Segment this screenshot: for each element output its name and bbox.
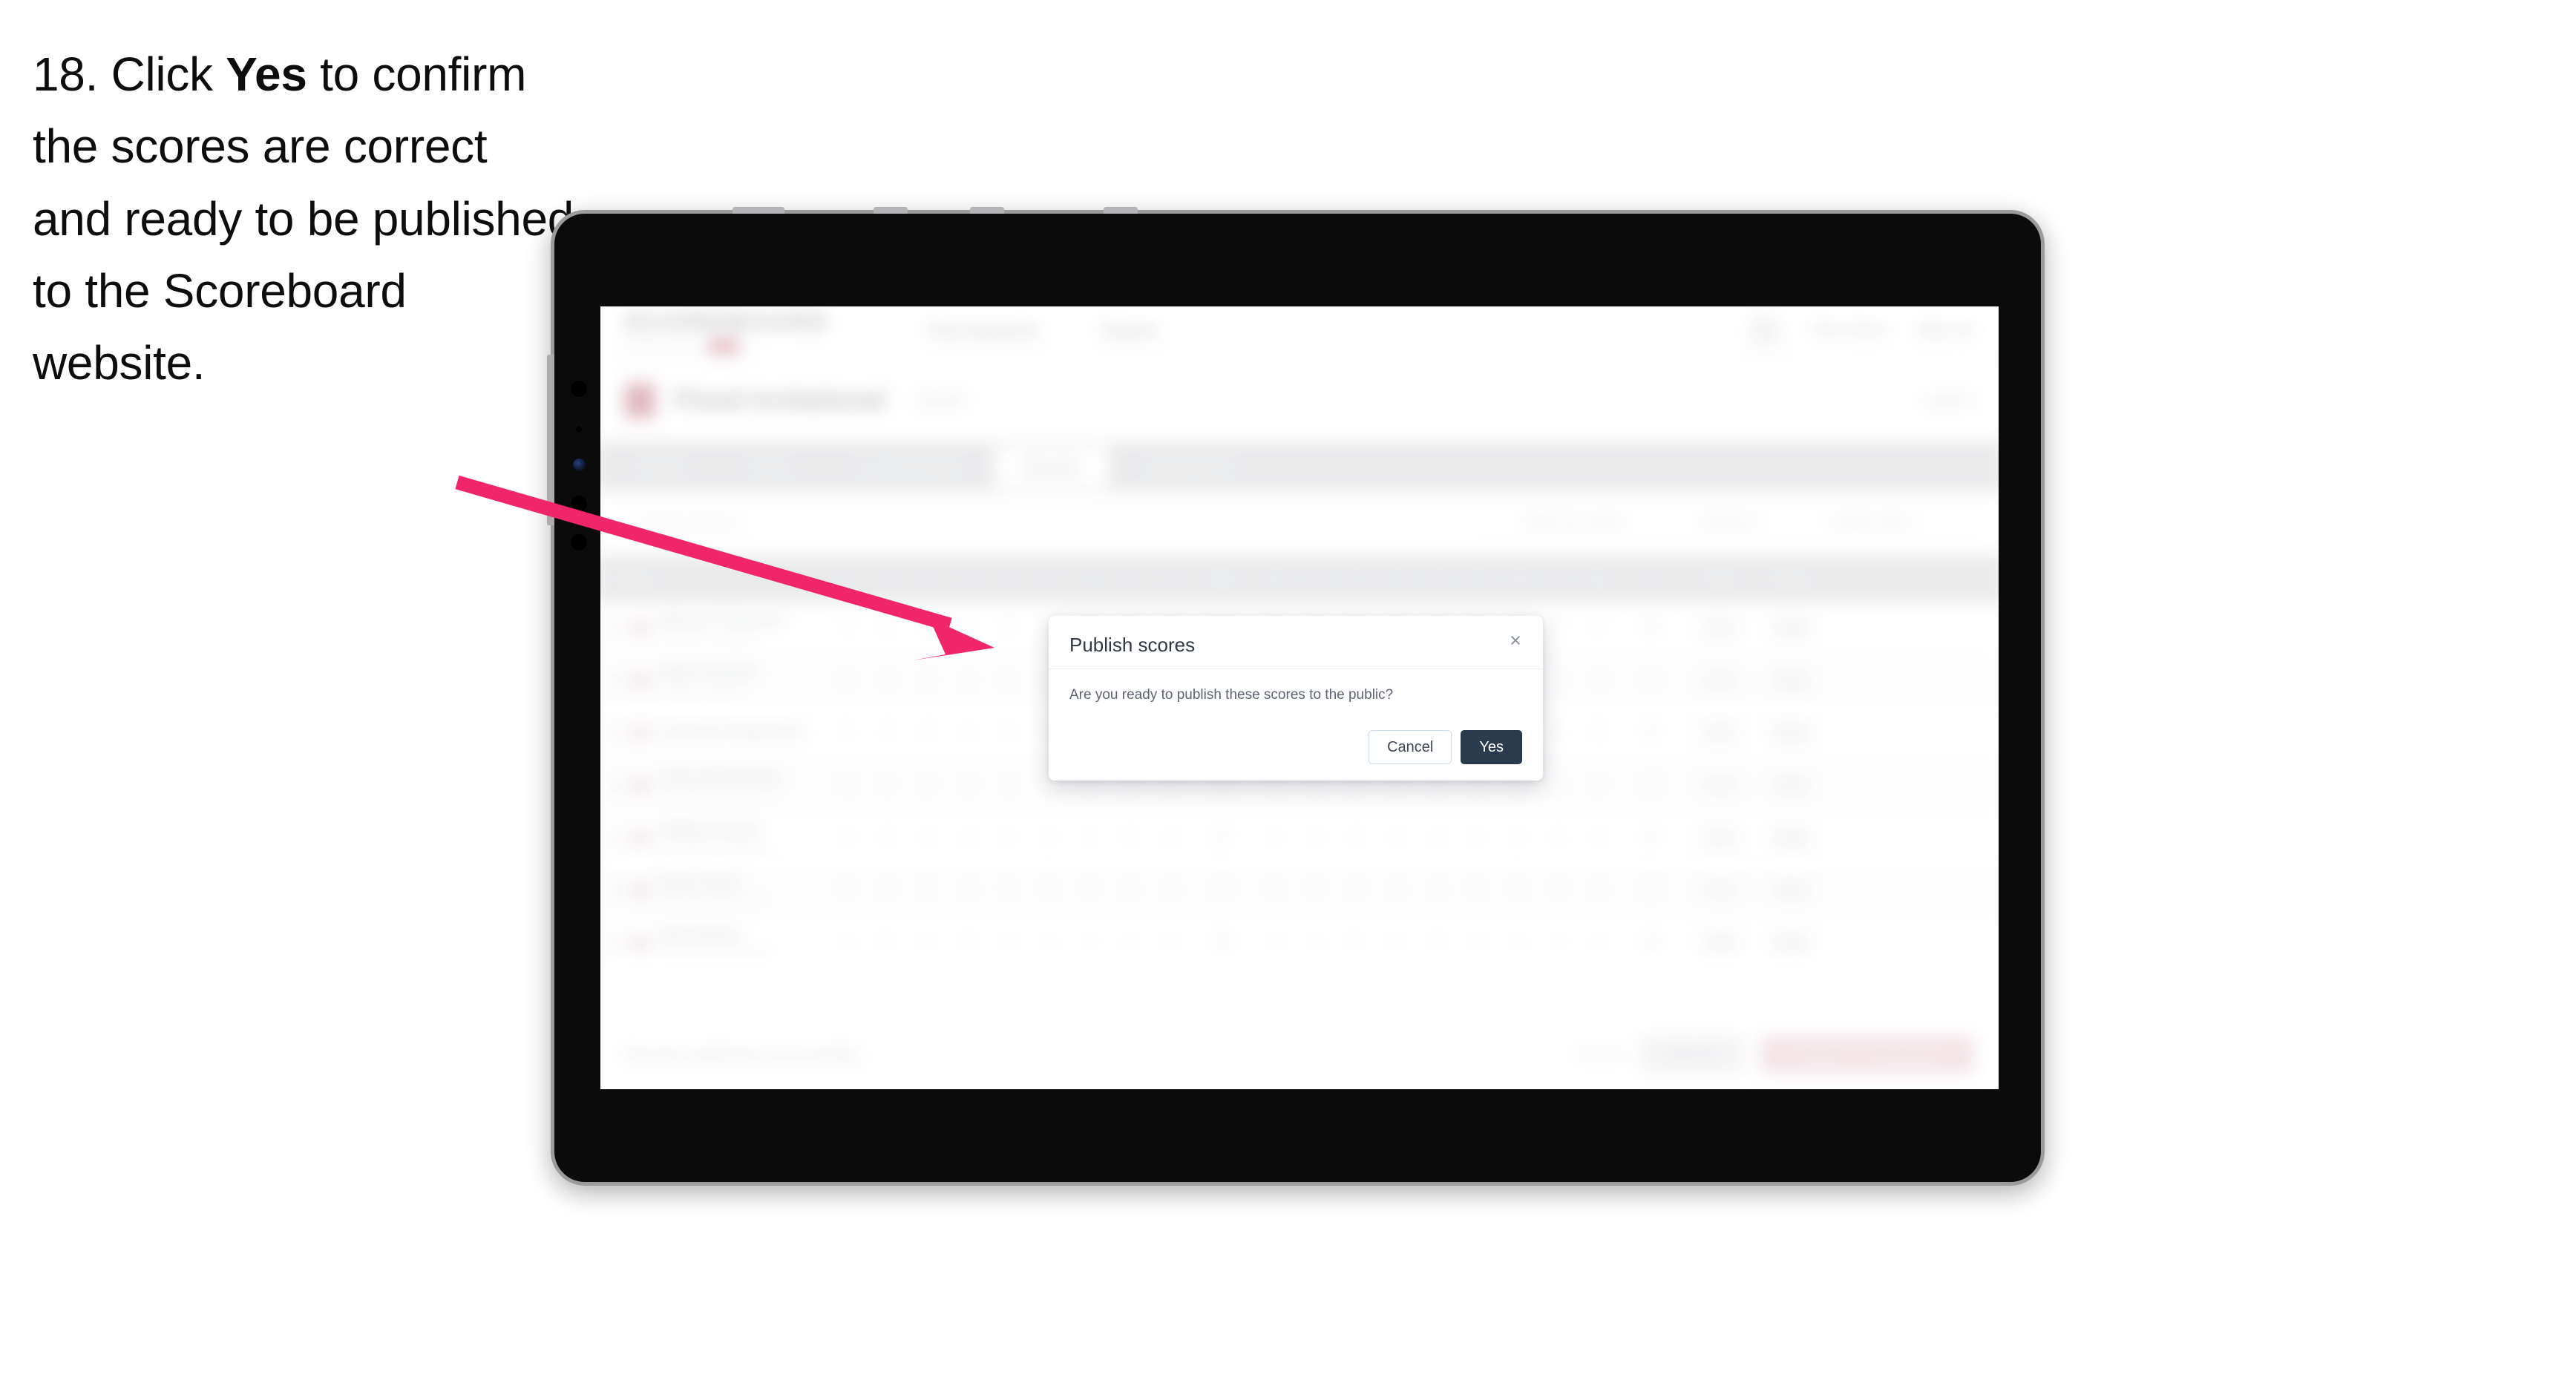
- instruction-caption: 18. Click Yes to confirm the scores are …: [33, 39, 574, 399]
- close-icon[interactable]: ×: [1504, 629, 1527, 651]
- screenshot-root: 18. Click Yes to confirm the scores are …: [0, 0, 2576, 1386]
- caption-emphasis: Yes: [226, 47, 307, 101]
- device-side-key: [547, 355, 554, 525]
- device-sensor-dot: [576, 427, 582, 433]
- dialog-message: Are you ready to publish these scores to…: [1069, 687, 1394, 703]
- dialog-footer: Cancel Yes: [1049, 730, 1543, 781]
- caption-text-before: Click: [111, 47, 226, 101]
- device-sensor-dot: [571, 381, 587, 397]
- tablet-screen: SCOREBOARD POWERED BY ITF Tournaments Te…: [600, 306, 1999, 1089]
- device-top-button-4: [1104, 207, 1138, 214]
- device-sensor-dot: [571, 534, 587, 551]
- device-top-button-2: [874, 207, 908, 214]
- device-top-button-1: [733, 207, 784, 214]
- dialog-title: Publish scores: [1069, 634, 1196, 656]
- yes-button[interactable]: Yes: [1461, 730, 1522, 764]
- device-sensor-dot: [571, 496, 587, 512]
- device-top-button-3: [970, 207, 1004, 214]
- dialog-header: Publish scores ×: [1049, 616, 1543, 669]
- cancel-button[interactable]: Cancel: [1369, 730, 1452, 764]
- tablet-device: SCOREBOARD POWERED BY ITF Tournaments Te…: [547, 207, 2045, 1186]
- step-number: 18.: [33, 47, 99, 101]
- device-camera-lens: [573, 459, 586, 471]
- publish-scores-dialog: Publish scores × Are you ready to publis…: [1049, 616, 1543, 781]
